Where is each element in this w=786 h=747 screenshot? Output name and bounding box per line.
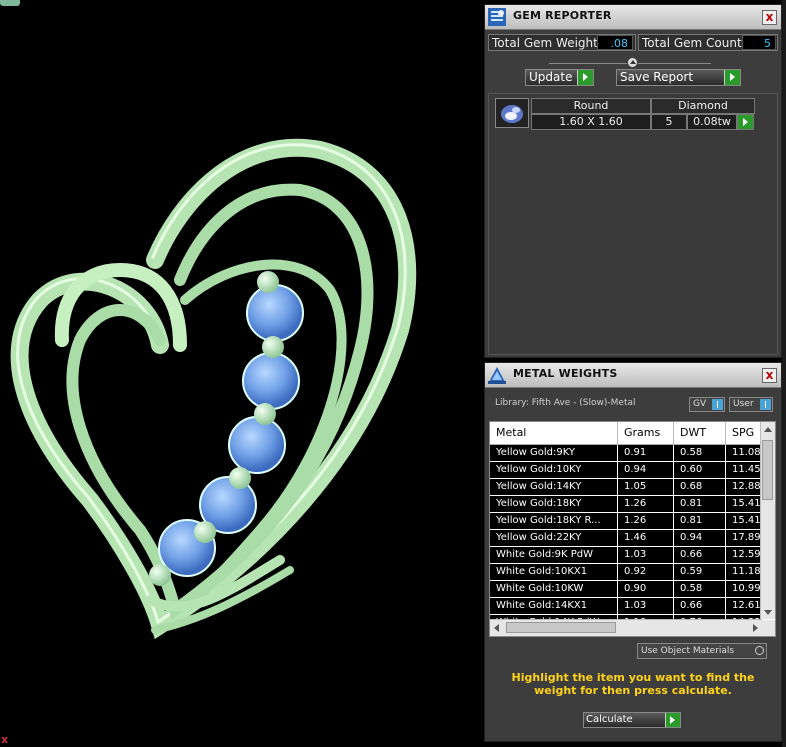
cell-metal: Yellow Gold:9KY: [490, 445, 618, 461]
cell-grams: 1.26: [618, 496, 674, 512]
table-row[interactable]: Yellow Gold:10KY 0.94 0.60 11.45: [490, 462, 762, 479]
calculate-button[interactable]: Calculate: [583, 712, 681, 728]
gem-weight: 0.08tw: [687, 114, 737, 130]
gem-size: 1.60 X 1.60: [531, 114, 651, 130]
total-gem-count-value: 5: [742, 35, 776, 50]
scroll-left-icon[interactable]: [494, 624, 499, 632]
scale-icon: [488, 367, 506, 384]
table-row[interactable]: White Gold:14KX1 1.03 0.66 12.61: [490, 598, 762, 615]
library-label: Library: Fifth Ave - (Slow)-Metal: [495, 398, 636, 408]
update-button[interactable]: Update: [525, 69, 594, 86]
gem-detail-button[interactable]: [737, 114, 754, 130]
use-object-materials-toggle[interactable]: Use Object Materials: [637, 643, 767, 659]
save-report-button[interactable]: Save Report: [616, 69, 741, 86]
cell-dwt: 0.66: [674, 598, 726, 614]
cell-metal: White Gold:9K PdW: [490, 547, 618, 563]
vertical-scroll-thumb[interactable]: [762, 440, 773, 500]
cell-grams: 1.46: [618, 530, 674, 546]
scroll-right-icon[interactable]: [753, 624, 758, 632]
user-toggle-icon: [760, 399, 771, 410]
gem-type: Diamond: [651, 98, 755, 114]
cell-metal: White Gold:10KW: [490, 581, 618, 597]
cell-grams: 1.05: [618, 479, 674, 495]
scroll-up-icon[interactable]: [764, 427, 772, 432]
horizontal-scrollbar[interactable]: [490, 619, 762, 636]
col-grams[interactable]: Grams: [618, 422, 674, 444]
table-row[interactable]: White Gold:10KX1 0.92 0.59 11.18: [490, 564, 762, 581]
cell-grams: 1.03: [618, 598, 674, 614]
cell-dwt: 0.58: [674, 581, 726, 597]
table-row[interactable]: Yellow Gold:14KY 1.05 0.68 12.88: [490, 479, 762, 496]
cell-dwt: 0.94: [674, 530, 726, 546]
gem-reporter-close-button[interactable]: x: [762, 10, 777, 25]
metal-weights-titlebar[interactable]: METAL WEIGHTS x: [485, 363, 781, 388]
gem-reporter-titlebar[interactable]: GEM REPORTER x: [485, 5, 781, 30]
cell-dwt: 0.68: [674, 479, 726, 495]
cell-grams: 0.91: [618, 445, 674, 461]
cell-dwt: 0.60: [674, 462, 726, 478]
cell-grams: 0.90: [618, 581, 674, 597]
table-row[interactable]: White Gold:10KW 0.90 0.58 10.99: [490, 581, 762, 598]
cell-dwt: 0.81: [674, 496, 726, 512]
heart-pendant-model: [10, 138, 417, 640]
cell-grams: 1.03: [618, 547, 674, 563]
radio-icon: [755, 646, 764, 655]
save-report-go-icon: [724, 70, 740, 85]
panel-collapse-knob[interactable]: [627, 57, 638, 68]
col-metal[interactable]: Metal: [490, 422, 618, 444]
3d-viewport[interactable]: x: [0, 0, 483, 747]
table-row[interactable]: Yellow Gold:22KY 1.46 0.94 17.89: [490, 530, 762, 547]
viewport-corner-tab[interactable]: [0, 0, 20, 6]
scroll-down-icon[interactable]: [764, 610, 772, 615]
vertical-scrollbar[interactable]: [760, 422, 775, 619]
viewport-close-mark[interactable]: x: [1, 734, 8, 745]
table-row[interactable]: Yellow Gold:18KY R... 1.26 0.81 15.41: [490, 513, 762, 530]
scroll-corner: [761, 620, 775, 636]
table-row[interactable]: White Gold:9K PdW 1.03 0.66 12.59: [490, 547, 762, 564]
cell-dwt: 0.81: [674, 513, 726, 529]
table-body: Yellow Gold:9KY 0.91 0.58 11.08 Yellow Gold:…: [490, 445, 762, 632]
gem-list: Round Diamond 1.60 X 1.60 5 0.08tw: [488, 93, 778, 355]
metal-weights-panel: METAL WEIGHTS x Library: Fifth Ave - (Sl…: [484, 362, 782, 742]
cell-metal: Yellow Gold:18KY R...: [490, 513, 618, 529]
cell-dwt: 0.59: [674, 564, 726, 580]
round-gem-icon: [501, 105, 523, 123]
cell-metal: White Gold:10KX1: [490, 564, 618, 580]
metal-weights-table: Metal Grams DWT SPG Yellow Gold:9KY 0.91 0…: [489, 421, 776, 637]
gem-thumbnail[interactable]: [495, 98, 529, 128]
cell-metal: Yellow Gold:22KY: [490, 530, 618, 546]
cell-dwt: 0.58: [674, 445, 726, 461]
user-toggle[interactable]: User: [729, 397, 773, 412]
table-header: Metal Grams DWT SPG: [490, 422, 762, 445]
cell-metal: Yellow Gold:18KY: [490, 496, 618, 512]
cell-metal: Yellow Gold:14KY: [490, 479, 618, 495]
instruction-text: Highlight the item you want to find the …: [511, 671, 755, 697]
gem-reporter-panel: GEM REPORTER x Total Gem Weight .08 Tota…: [484, 4, 782, 358]
gem-reporter-title: GEM REPORTER: [513, 9, 612, 22]
cell-grams: 0.92: [618, 564, 674, 580]
total-gem-weight-value: .08: [597, 35, 633, 50]
col-dwt[interactable]: DWT: [674, 422, 726, 444]
gem-count: 5: [651, 114, 687, 130]
cell-dwt: 0.66: [674, 547, 726, 563]
calculate-go-icon: [665, 713, 680, 727]
cell-metal: Yellow Gold:10KY: [490, 462, 618, 478]
gem-cut: Round: [531, 98, 651, 114]
right-edge: [782, 0, 786, 747]
gv-toggle[interactable]: GV: [689, 397, 725, 412]
cell-metal: White Gold:14KX1: [490, 598, 618, 614]
gv-toggle-icon: [712, 399, 723, 410]
gem-report-icon: [488, 8, 506, 26]
cell-grams: 0.94: [618, 462, 674, 478]
metal-weights-title: METAL WEIGHTS: [513, 367, 618, 380]
metal-weights-close-button[interactable]: x: [762, 368, 777, 383]
update-go-icon: [577, 70, 593, 85]
table-row[interactable]: Yellow Gold:9KY 0.91 0.58 11.08: [490, 445, 762, 462]
horizontal-scroll-thumb[interactable]: [506, 622, 616, 633]
table-row[interactable]: Yellow Gold:18KY 1.26 0.81 15.41: [490, 496, 762, 513]
cell-grams: 1.26: [618, 513, 674, 529]
